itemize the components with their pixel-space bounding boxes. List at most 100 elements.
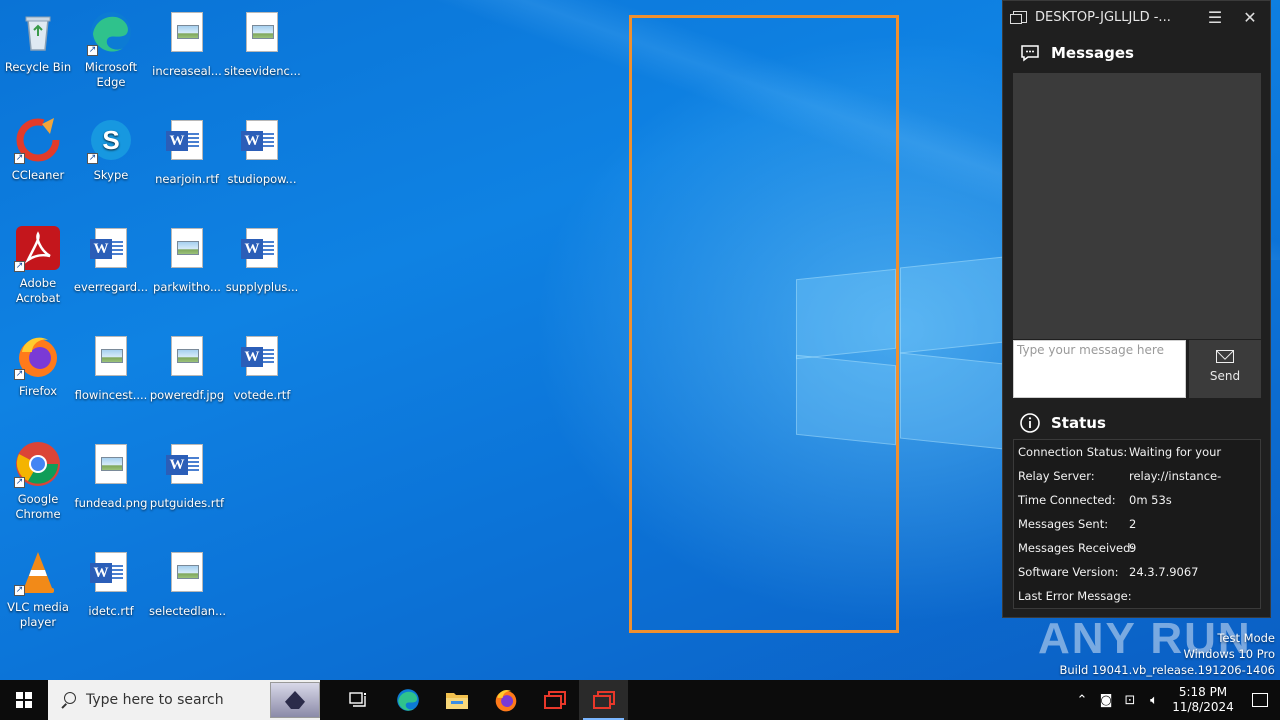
envelope-icon: [1216, 350, 1234, 363]
panel-titlebar[interactable]: DESKTOP-JGLLJLD -... ☰ ✕: [1003, 1, 1270, 33]
folder-icon: [445, 693, 468, 709]
status-row-time-connected: Time Connected: 0m 53s: [1014, 488, 1260, 512]
desktop-icon-label: Microsoft Edge: [84, 60, 138, 89]
desktop-icon-label: increaseal...: [152, 64, 222, 78]
word-file-icon: W: [238, 228, 286, 276]
start-button[interactable]: [0, 680, 48, 720]
desktop-icon-adobe-acrobat[interactable]: ↗ Adobe Acrobat: [0, 224, 76, 306]
desktop-icon-file[interactable]: W supplyplus...: [224, 224, 300, 295]
desktop-icon-file[interactable]: W nearjoin.rtf: [149, 116, 225, 187]
desktop-icon-file[interactable]: W votede.rtf: [224, 332, 300, 403]
edge-icon: ↗: [87, 8, 135, 56]
shortcut-arrow-icon: ↗: [87, 153, 98, 164]
taskbar-search[interactable]: Type here to search: [48, 680, 320, 720]
desktop-icon-label: siteevidenc...: [224, 64, 301, 78]
clock[interactable]: 5:18 PM 11/8/2024: [1166, 685, 1240, 715]
messages-header: Messages: [1003, 33, 1270, 73]
desktop-icon-vlc[interactable]: ↗ VLC media player: [0, 548, 76, 630]
meet-now-icon[interactable]: ◙: [1094, 693, 1118, 708]
action-center-button[interactable]: [1240, 680, 1280, 720]
image-file-icon: [163, 228, 211, 276]
desktop-icon-file[interactable]: fundead.png: [73, 440, 149, 511]
ccleaner-icon: ↗: [14, 116, 62, 164]
shortcut-arrow-icon: ↗: [14, 477, 25, 488]
status-key: Time Connected:: [1018, 493, 1116, 507]
task-view-icon: [348, 692, 366, 707]
desktop-icon-file[interactable]: W idetc.rtf: [73, 548, 149, 619]
desktop-icon-file[interactable]: selectedlan...: [149, 548, 227, 619]
send-label: Send: [1209, 369, 1241, 383]
desktop-icon-file[interactable]: W everregard...: [73, 224, 149, 295]
messages-heading: Messages: [1051, 44, 1134, 62]
taskbar-remote-app-2[interactable]: [579, 680, 628, 720]
desktop-icon-file[interactable]: W putguides.rtf: [149, 440, 225, 511]
task-view-button[interactable]: [334, 680, 383, 720]
volume-icon[interactable]: 🔈︎: [1142, 693, 1166, 708]
send-button[interactable]: Send: [1189, 340, 1261, 398]
word-file-icon: W: [238, 336, 286, 384]
taskbar-remote-app-1[interactable]: [530, 680, 579, 720]
search-icon: [60, 692, 76, 708]
remote-window-icon: [592, 691, 615, 709]
desktop-icon-google-chrome[interactable]: ↗ Google Chrome: [0, 440, 76, 522]
menu-icon[interactable]: ☰: [1200, 1, 1230, 33]
desktop-icon-microsoft-edge[interactable]: ↗ Microsoft Edge: [73, 8, 149, 90]
desktop-icon-label: votede.rtf: [233, 388, 291, 402]
network-icon[interactable]: ⊡: [1118, 693, 1142, 708]
chevron-up-icon[interactable]: ⌃: [1070, 693, 1094, 708]
close-icon[interactable]: ✕: [1230, 1, 1270, 33]
taskbar-file-explorer[interactable]: [432, 680, 481, 720]
shortcut-arrow-icon: ↗: [14, 261, 25, 272]
status-row-messages-received: Messages Received: 9: [1014, 536, 1260, 560]
desktop-icon-ccleaner[interactable]: ↗ CCleaner: [0, 116, 76, 183]
status-row-connection: Connection Status: Waiting for your: [1014, 440, 1260, 464]
status-key: Messages Received:: [1018, 541, 1135, 555]
status-key: Software Version:: [1018, 565, 1119, 579]
recycle-bin-icon: [14, 8, 62, 56]
desktop-icon-file[interactable]: increaseal...: [149, 8, 225, 79]
taskbar-edge[interactable]: [383, 680, 432, 720]
messages-list[interactable]: [1013, 73, 1261, 339]
taskbar-firefox[interactable]: [481, 680, 530, 720]
desktop-icon-file[interactable]: poweredf.jpg: [149, 332, 225, 403]
desktop: Recycle Bin ↗ CCleaner ↗ Adobe Acrobat ↗…: [0, 0, 1280, 680]
desktop-icon-file[interactable]: W studiopow...: [224, 116, 300, 187]
status-row-messages-sent: Messages Sent: 2: [1014, 512, 1260, 536]
remote-support-panel: DESKTOP-JGLLJLD -... ☰ ✕ Messages Type y…: [1002, 0, 1271, 618]
status-value: Waiting for your: [1129, 445, 1222, 459]
taskbar: Type here to search ⌃ ◙ ⊡ 🔈︎ 5:18 PM 11/…: [0, 680, 1280, 720]
desktop-icon-file[interactable]: flowincest....: [73, 332, 149, 403]
desktop-icon-label: poweredf.jpg: [149, 388, 225, 402]
desktop-icon-label: Skype: [93, 168, 129, 182]
desktop-icon-label: VLC media player: [7, 600, 69, 629]
status-table: Connection Status: Waiting for your Relay…: [1013, 439, 1261, 609]
desktop-icon-skype[interactable]: S ↗ Skype: [73, 116, 149, 183]
chat-bubble-icon: [1019, 42, 1041, 64]
firefox-icon: [495, 690, 516, 712]
status-row-software-version: Software Version: 24.3.7.9067: [1014, 560, 1260, 584]
search-placeholder: Type here to search: [86, 692, 224, 708]
image-file-icon: [163, 552, 211, 600]
desktop-icon-label: selectedlan...: [149, 604, 227, 618]
panel-title: DESKTOP-JGLLJLD -...: [1035, 9, 1171, 25]
status-key: Last Error Message:: [1018, 589, 1132, 603]
desktop-icon-file[interactable]: siteevidenc...: [224, 8, 301, 79]
image-file-icon: [163, 12, 211, 60]
system-tray: ⌃ ◙ ⊡ 🔈︎ 5:18 PM 11/8/2024: [1070, 680, 1280, 720]
skype-icon: S ↗: [87, 116, 135, 164]
shortcut-arrow-icon: ↗: [87, 45, 98, 56]
desktop-icon-label: Recycle Bin: [4, 60, 72, 74]
clock-date: 11/8/2024: [1172, 700, 1234, 714]
image-file-icon: [87, 444, 135, 492]
status-key: Connection Status:: [1018, 445, 1128, 459]
windows-test-mode-watermark: Test Mode Windows 10 Pro Build 19041.vb_…: [1059, 630, 1275, 678]
chrome-icon: ↗: [14, 440, 62, 488]
desktop-icon-firefox[interactable]: ↗ Firefox: [0, 332, 76, 399]
status-heading: Status: [1051, 414, 1106, 432]
desktop-icon-recycle-bin[interactable]: Recycle Bin: [0, 8, 76, 75]
image-file-icon: [163, 336, 211, 384]
message-input[interactable]: Type your message here: [1013, 340, 1186, 398]
window-restore-icon: [1010, 11, 1027, 24]
desktop-icon-label: idetc.rtf: [88, 604, 134, 618]
desktop-icon-file[interactable]: parkwitho...: [149, 224, 225, 295]
